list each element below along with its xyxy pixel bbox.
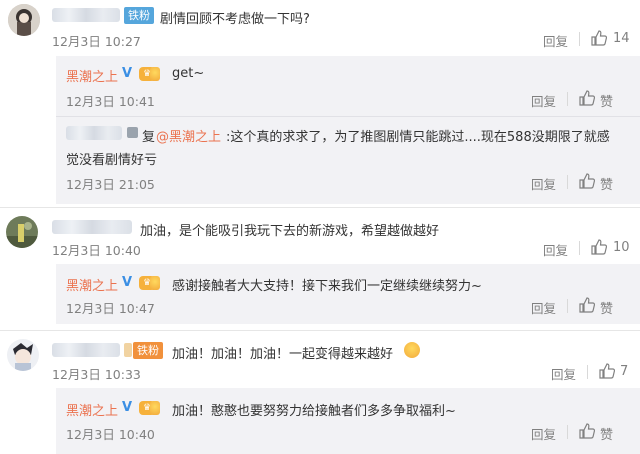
avatar-image <box>7 339 39 371</box>
like-icon[interactable] <box>590 29 608 47</box>
like-icon[interactable] <box>598 362 616 380</box>
laugh-emoji-icon <box>404 342 420 358</box>
action-separator <box>579 32 580 46</box>
like-count: 7 <box>620 364 629 379</box>
like-icon[interactable] <box>578 172 596 190</box>
reply-divider <box>56 116 640 117</box>
reply-button[interactable]: 回复 <box>531 298 556 317</box>
reply-text-line2: 觉没看剧情好亏 <box>66 153 158 168</box>
reply-author[interactable]: 黑潮之上 <box>66 275 118 294</box>
like-label[interactable]: 赞 <box>600 298 613 317</box>
comment-time: 12月3日 10:40 <box>52 243 141 258</box>
avatar-image <box>8 4 40 36</box>
verified-icon: V <box>122 400 133 415</box>
comment-divider <box>0 330 640 331</box>
like-label[interactable]: 赞 <box>600 174 613 193</box>
blurred-username[interactable] <box>52 8 120 22</box>
reply-text: 加油！憨憨也要努努力给接触者们多多争取福利~ <box>172 404 456 419</box>
comment-text: 加油！加油！加油！一起变得越来越好 <box>172 347 394 362</box>
reply-text: 感谢接触者大大支持！接下来我们一定继续继续努力~ <box>172 279 482 294</box>
reply-text-line1: :这个真的求求了，为了推图剧情只能跳过....现在588没期限了就感 <box>226 130 610 145</box>
comment-text: 加油，是个能吸引我玩下去的新游戏，希望越做越好 <box>140 224 440 239</box>
like-label[interactable]: 赞 <box>600 424 613 443</box>
action-separator <box>567 425 568 439</box>
reply-button[interactable]: 回复 <box>551 364 576 383</box>
user-avatar[interactable] <box>8 4 40 36</box>
action-separator <box>567 92 568 106</box>
action-separator <box>587 365 588 379</box>
fan-badge: 铁粉 <box>124 7 154 24</box>
comment-time: 12月3日 10:33 <box>52 367 141 382</box>
blurred-username[interactable] <box>52 343 120 357</box>
small-avatar-icon <box>127 127 138 138</box>
reply-button[interactable]: 回复 <box>531 424 556 443</box>
member-icon <box>150 401 160 415</box>
action-separator <box>579 241 580 255</box>
reply-box <box>56 388 640 454</box>
reply-time: 12月3日 21:05 <box>66 177 155 192</box>
reply-button[interactable]: 回复 <box>543 31 568 50</box>
reply-text: get~ <box>172 66 205 81</box>
mention-link[interactable]: @黑潮之上 <box>156 126 221 145</box>
user-avatar[interactable] <box>7 339 39 371</box>
reply-author[interactable]: 黑潮之上 <box>66 66 118 85</box>
like-count: 14 <box>613 31 630 46</box>
like-icon[interactable] <box>578 422 596 440</box>
like-count: 10 <box>613 240 630 255</box>
level-icon <box>124 343 132 357</box>
blurred-username[interactable] <box>66 126 122 140</box>
member-icon <box>150 276 160 290</box>
reply-author[interactable]: 黑潮之上 <box>66 400 118 419</box>
reply-button[interactable]: 回复 <box>531 91 556 110</box>
blurred-username[interactable] <box>52 220 132 234</box>
reply-time: 12月3日 10:41 <box>66 94 155 109</box>
reply-button[interactable]: 回复 <box>531 174 556 193</box>
avatar-image <box>6 216 38 248</box>
fan-badge: 铁粉 <box>133 342 163 359</box>
user-avatar[interactable] <box>6 216 38 248</box>
comment-text: 剧情回顾不考虑做一下吗? <box>160 12 310 27</box>
like-icon[interactable] <box>590 238 608 256</box>
reply-button[interactable]: 回复 <box>543 240 568 259</box>
comment-divider <box>0 207 640 208</box>
action-separator <box>567 175 568 189</box>
action-separator <box>567 299 568 313</box>
verified-icon: V <box>122 66 133 81</box>
comment-time: 12月3日 10:27 <box>52 34 141 49</box>
reply-prefix: 复 <box>142 130 156 145</box>
like-icon[interactable] <box>578 296 596 314</box>
reply-time: 12月3日 10:47 <box>66 301 155 316</box>
verified-icon: V <box>122 275 133 290</box>
like-icon[interactable] <box>578 89 596 107</box>
member-icon <box>150 67 160 81</box>
reply-time: 12月3日 10:40 <box>66 427 155 442</box>
like-label[interactable]: 赞 <box>600 91 613 110</box>
